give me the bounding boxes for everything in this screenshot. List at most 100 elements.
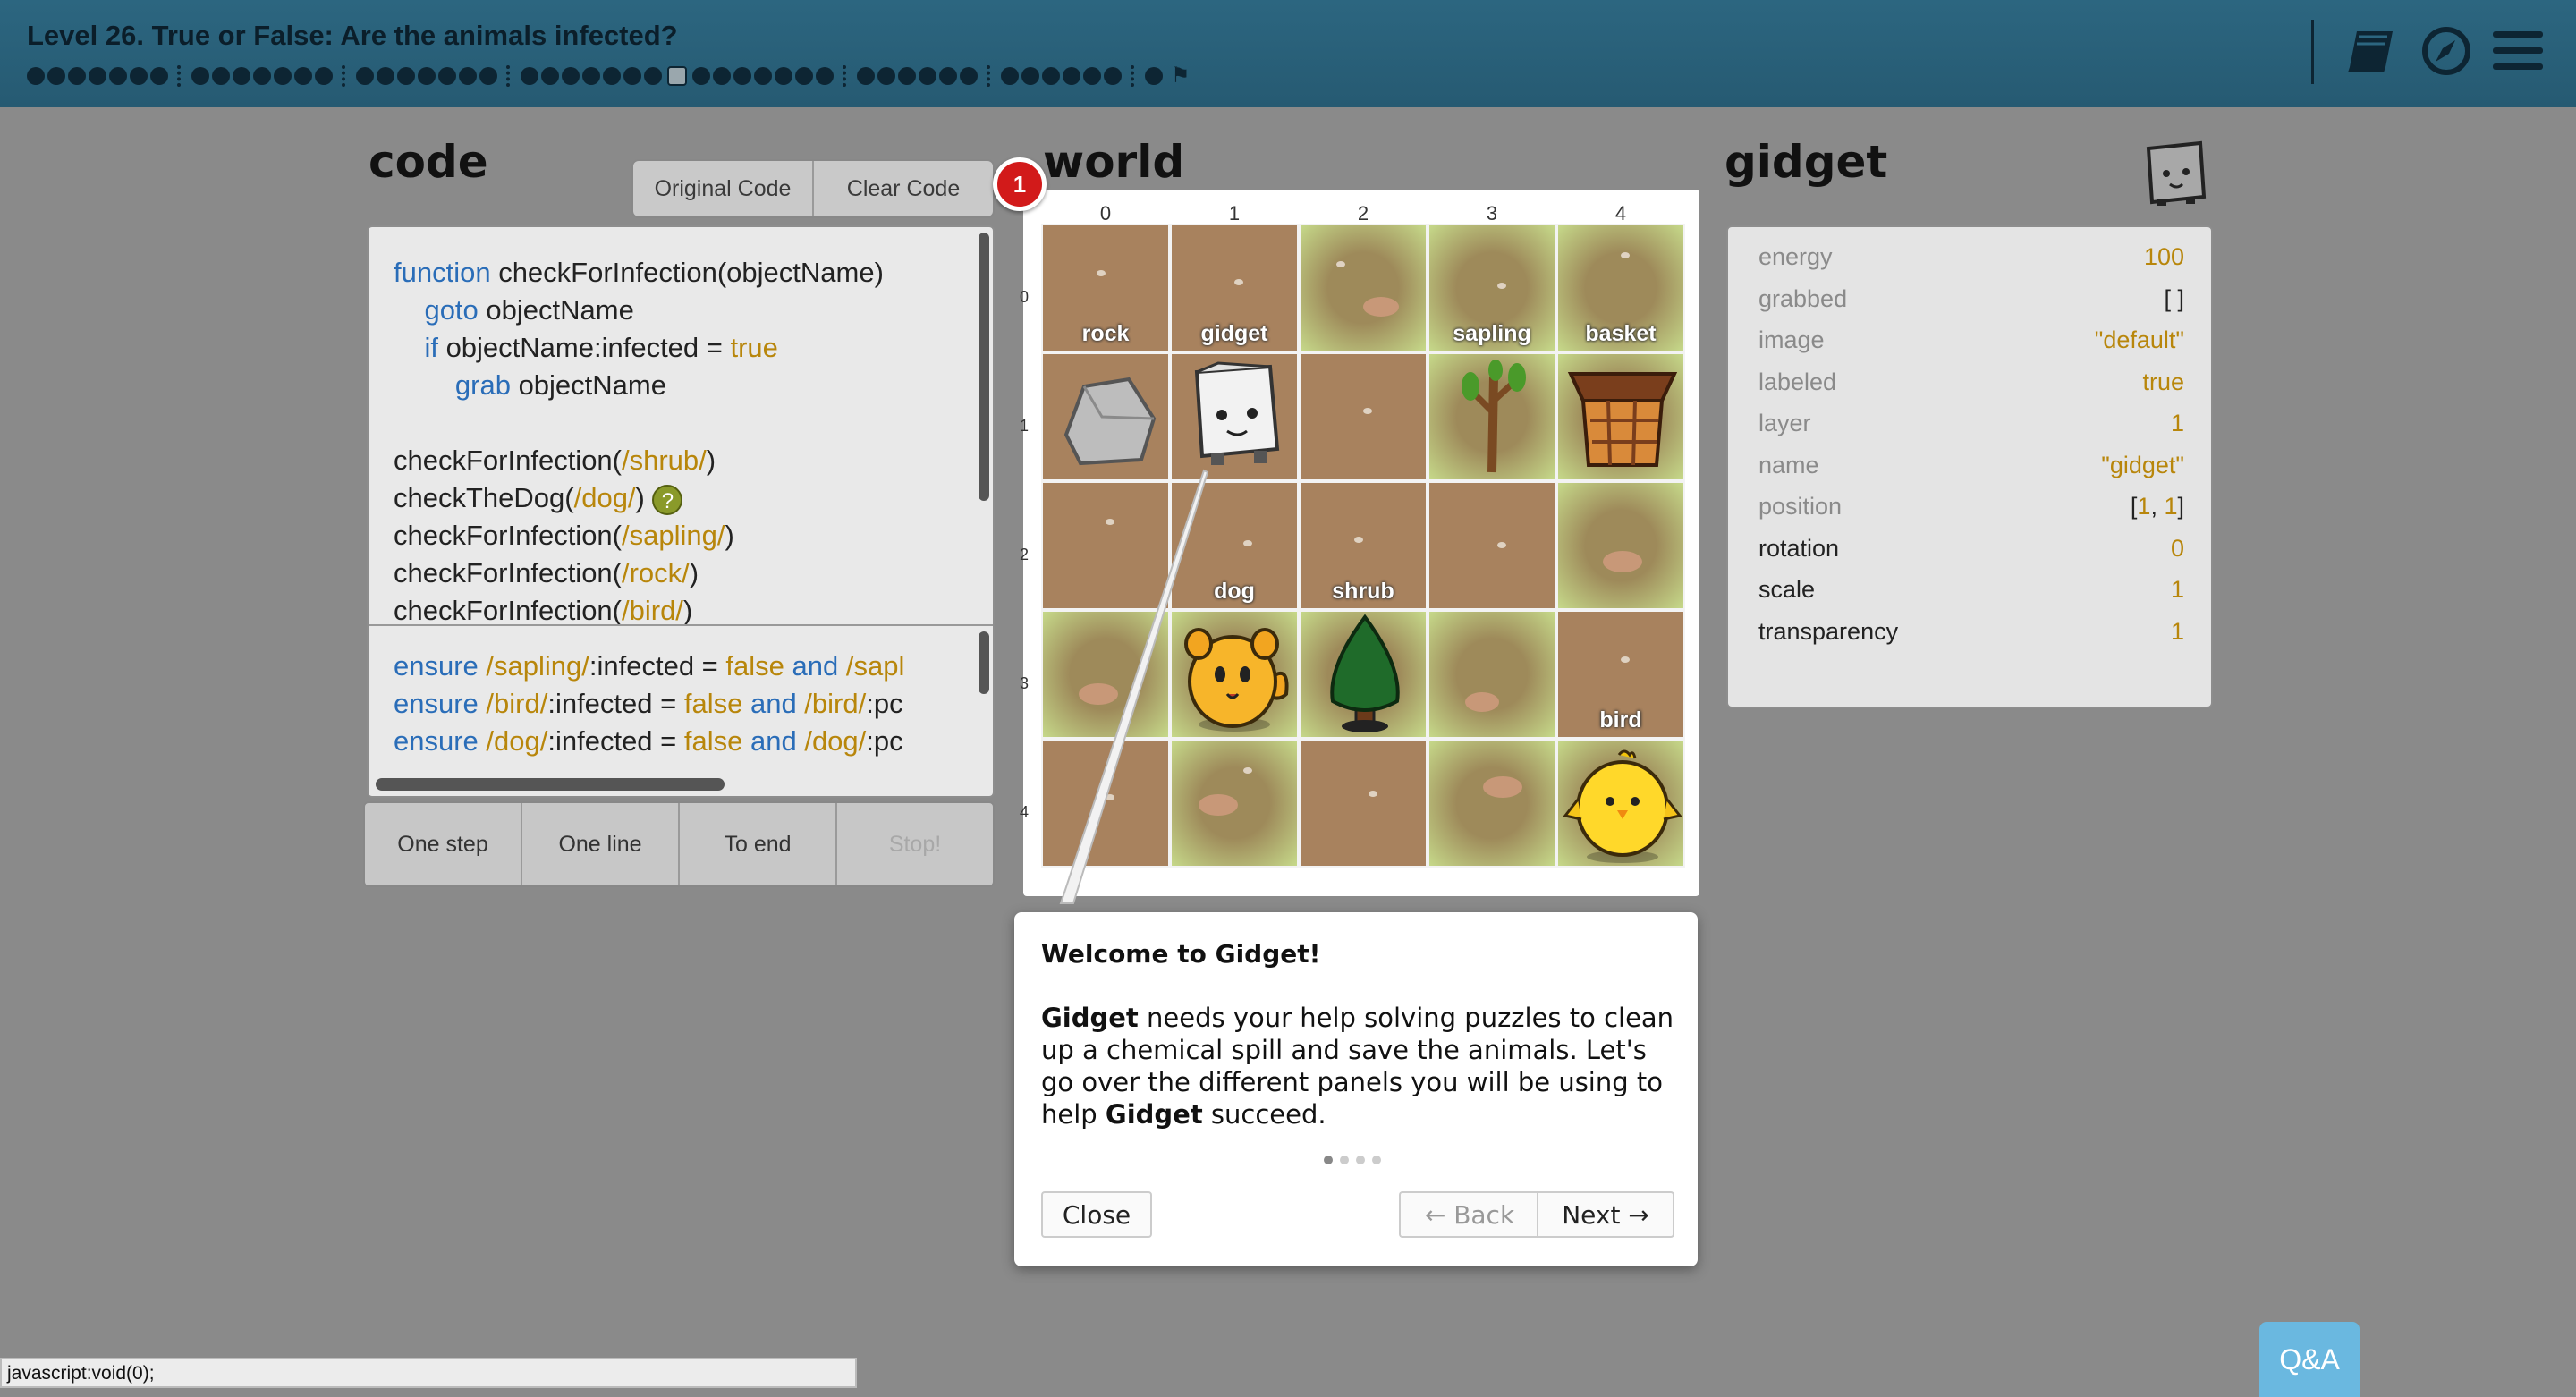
grid-cell[interactable] [1428, 610, 1556, 739]
progress-level-dot[interactable] [603, 66, 621, 85]
grid-cell[interactable] [1041, 352, 1170, 481]
progress-level-dot[interactable] [877, 66, 895, 85]
code-line[interactable]: function checkForInfection(objectName) [394, 254, 884, 292]
grid-cell[interactable]: shrub [1299, 481, 1428, 610]
progress-level-dot[interactable] [1145, 66, 1163, 85]
progress-level-dot[interactable] [1083, 66, 1101, 85]
progress-level-dot[interactable] [644, 66, 662, 85]
progress-level-dot[interactable] [418, 66, 436, 85]
progress-level-dot[interactable] [191, 66, 209, 85]
progress-level-dot[interactable] [479, 66, 497, 85]
progress-level-dot[interactable] [459, 66, 477, 85]
original-code-button[interactable]: Original Code [633, 161, 814, 216]
progress-level-dot[interactable] [274, 66, 292, 85]
progress-level-dot[interactable] [775, 66, 792, 85]
code-line[interactable]: ensure /sapling/:infected = false and /s… [394, 648, 904, 685]
book-icon[interactable] [2340, 20, 2402, 82]
code-line[interactable]: checkTheDog(/dog/) ? [394, 479, 884, 517]
grid-cell[interactable] [1299, 739, 1428, 868]
progress-level-dot[interactable] [356, 66, 374, 85]
progress-level-dot[interactable] [397, 66, 415, 85]
help-bubble-icon[interactable]: ? [652, 484, 683, 515]
code-line[interactable]: checkForInfection(/shrub/) [394, 442, 884, 479]
progress-level-dot[interactable] [89, 66, 106, 85]
one-step-button[interactable]: One step [365, 803, 522, 885]
grid-cell[interactable] [1299, 352, 1428, 481]
compass-icon[interactable] [2415, 20, 2478, 82]
grid-cell[interactable] [1428, 739, 1556, 868]
tour-close-button[interactable]: Close [1041, 1191, 1152, 1238]
progress-level-dot[interactable] [816, 66, 834, 85]
one-line-button[interactable]: One line [522, 803, 680, 885]
code-line[interactable]: grab objectName [394, 367, 884, 404]
grid-cell[interactable] [1556, 481, 1685, 610]
menu-icon[interactable] [2487, 20, 2549, 82]
stop-button[interactable]: Stop! [837, 803, 993, 885]
tour-step-dot[interactable] [1356, 1156, 1365, 1164]
code-scrollbar[interactable] [979, 233, 989, 501]
progress-level-dot[interactable] [960, 66, 978, 85]
progress-level-dot[interactable] [795, 66, 813, 85]
progress-level-dot[interactable] [623, 66, 641, 85]
progress-level-dot[interactable] [315, 66, 333, 85]
progress-level-dot[interactable] [562, 66, 580, 85]
tour-step-dot[interactable] [1340, 1156, 1349, 1164]
code-text[interactable]: function checkForInfection(objectName) g… [394, 254, 884, 630]
grid-cell[interactable]: sapling [1428, 224, 1556, 352]
progress-level-dot[interactable] [1021, 66, 1039, 85]
code-line[interactable] [394, 404, 884, 442]
progress-level-dot[interactable] [109, 66, 127, 85]
tour-back-button[interactable]: ← Back [1399, 1191, 1538, 1238]
code-line[interactable]: checkForInfection(/rock/) [394, 555, 884, 592]
grid-cell[interactable] [1556, 352, 1685, 481]
progress-level-dot[interactable] [521, 66, 538, 85]
code-line[interactable]: checkForInfection(/sapling/) [394, 517, 884, 555]
progress-level-dot[interactable] [130, 66, 148, 85]
clear-code-button[interactable]: Clear Code [814, 161, 993, 216]
progress-level-dot[interactable] [754, 66, 772, 85]
progress-level-dot[interactable] [294, 66, 312, 85]
progress-level-dot[interactable] [27, 66, 45, 85]
grid-cell[interactable] [1170, 352, 1299, 481]
progress-level-dot[interactable] [1001, 66, 1019, 85]
code-line[interactable]: if objectName:infected = true [394, 329, 884, 367]
progress-level-dot[interactable] [438, 66, 456, 85]
code-line[interactable]: ensure /bird/:infected = false and /bird… [394, 685, 904, 723]
progress-level-dot[interactable] [713, 66, 731, 85]
code-editor[interactable]: function checkForInfection(objectName) g… [367, 225, 995, 798]
code-line[interactable]: goto objectName [394, 292, 884, 329]
goals-vscrollbar[interactable] [979, 631, 989, 694]
progress-level-dot[interactable] [377, 66, 394, 85]
tour-step-badge[interactable]: 1 [993, 157, 1046, 211]
progress-level-dot[interactable] [68, 66, 86, 85]
grid-cell[interactable] [1428, 481, 1556, 610]
to-end-button[interactable]: To end [680, 803, 837, 885]
grid-cell[interactable] [1428, 352, 1556, 481]
progress-level-dot[interactable] [939, 66, 957, 85]
goals-text[interactable]: ensure /sapling/:infected = false and /s… [394, 648, 904, 760]
progress-level-dot[interactable] [212, 66, 230, 85]
qa-button[interactable]: Q&A [2259, 1322, 2360, 1397]
tour-step-dot[interactable] [1324, 1156, 1333, 1164]
grid-cell[interactable] [1299, 224, 1428, 352]
progress-level-dot[interactable] [1104, 66, 1122, 85]
progress-level-dot[interactable] [541, 66, 559, 85]
progress-current-level-icon[interactable] [667, 65, 687, 86]
grid-cell[interactable]: basket [1556, 224, 1685, 352]
goals-hscrollbar[interactable] [376, 778, 724, 791]
code-line[interactable]: ensure /dog/:infected = false and /dog/:… [394, 723, 904, 760]
tour-step-dot[interactable] [1372, 1156, 1381, 1164]
progress-level-dot[interactable] [857, 66, 875, 85]
progress-level-dot[interactable] [233, 66, 250, 85]
progress-level-dot[interactable] [150, 66, 168, 85]
progress-level-dot[interactable] [1042, 66, 1060, 85]
progress-level-dot[interactable] [733, 66, 751, 85]
progress-level-dot[interactable] [582, 66, 600, 85]
grid-cell[interactable] [1299, 610, 1428, 739]
progress-level-dot[interactable] [692, 66, 710, 85]
grid-cell[interactable] [1556, 739, 1685, 868]
progress-level-dot[interactable] [919, 66, 936, 85]
progress-level-dot[interactable] [1063, 66, 1080, 85]
progress-level-dot[interactable] [898, 66, 916, 85]
grid-cell[interactable]: rock [1041, 224, 1170, 352]
